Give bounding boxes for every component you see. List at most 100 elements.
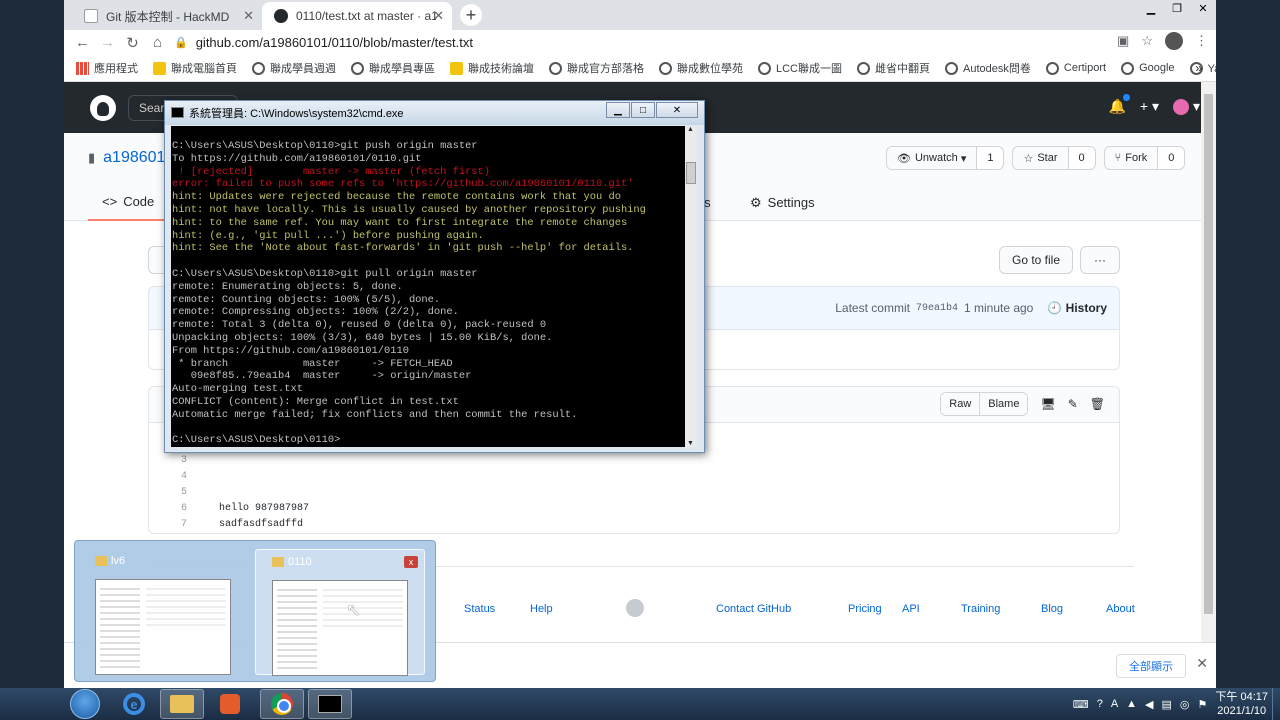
cmd-scrollbar-thumb[interactable] bbox=[686, 162, 696, 184]
code-line: 4 bbox=[180, 471, 187, 482]
maximize-icon[interactable]: ❐ bbox=[1164, 0, 1190, 16]
bookmarks-overflow-icon[interactable]: » bbox=[1195, 61, 1202, 75]
volume-icon[interactable]: ◀ bbox=[1145, 698, 1153, 711]
create-new-icon[interactable]: + ▾ bbox=[1140, 98, 1159, 115]
taskbar-ie[interactable]: e bbox=[112, 689, 156, 719]
github-icon bbox=[274, 9, 288, 23]
taskbar-explorer[interactable] bbox=[160, 689, 204, 719]
address-bar[interactable]: 🔒 github.com/a19860101/0110/blob/master/… bbox=[174, 30, 1116, 54]
clock[interactable]: 下午 04:17 2021/1/10 bbox=[1215, 690, 1268, 718]
tab-close-icon[interactable]: ✕ bbox=[433, 8, 444, 24]
window-controls: ▁ ❐ ✕ bbox=[1138, 0, 1216, 16]
bookmark-item[interactable]: 聯成學員專區 bbox=[351, 60, 435, 76]
bookmark-item[interactable]: 聯成學員週週 bbox=[252, 60, 336, 76]
ime-lang[interactable]: A bbox=[1111, 698, 1118, 710]
home-icon[interactable]: ⌂ bbox=[145, 34, 170, 51]
desktop-icon[interactable]: 🖥 bbox=[1040, 397, 1055, 411]
tab-hackmd[interactable]: Git 版本控制 - HackMD ✕ bbox=[72, 2, 262, 30]
action-center-icon[interactable]: ⚑ bbox=[1198, 698, 1208, 711]
more-options-button[interactable]: ··· bbox=[1080, 246, 1120, 274]
github-logo-icon[interactable] bbox=[90, 95, 116, 121]
thumbnail-close-button[interactable]: x bbox=[404, 556, 418, 568]
bookmark-item[interactable]: 聯成電腦首頁 bbox=[153, 60, 237, 76]
tab-close-icon[interactable]: ✕ bbox=[243, 8, 254, 24]
download-bar-close-icon[interactable]: ✕ bbox=[1196, 655, 1208, 672]
taskbar-media-player[interactable] bbox=[208, 689, 252, 719]
back-icon[interactable]: ← bbox=[70, 34, 95, 51]
minimize-icon[interactable]: ▁ bbox=[1138, 0, 1164, 16]
fork-button[interactable]: ⑂ Fork 0 bbox=[1103, 146, 1186, 170]
forward-icon[interactable]: → bbox=[95, 34, 120, 51]
unwatch-button[interactable]: 👁 Unwatch ▾ 1 bbox=[886, 146, 1005, 170]
bookmark-item[interactable]: 聯成官方部落格 bbox=[549, 60, 644, 76]
close-icon[interactable]: ✕ bbox=[1190, 0, 1216, 16]
bookmark-item[interactable]: 聯成數位學苑 bbox=[659, 60, 743, 76]
scroll-up-icon[interactable]: ▲ bbox=[687, 126, 694, 133]
footer-link-training[interactable]: Training bbox=[961, 603, 1000, 615]
fork-count[interactable]: 0 bbox=[1158, 147, 1185, 169]
footer-link-help[interactable]: Help bbox=[530, 603, 553, 615]
bookmark-item[interactable]: Google bbox=[1121, 61, 1175, 75]
taskbar-chrome[interactable] bbox=[260, 689, 304, 719]
notification-bell-icon[interactable]: 🔔 bbox=[1108, 94, 1131, 115]
footer-link-blog[interactable]: Blog bbox=[1041, 603, 1063, 615]
footer-link-api[interactable]: API bbox=[902, 603, 920, 615]
cmd-titlebar[interactable]: 系統管理員: C:\Windows\system32\cmd.exe ▁ □ ✕ bbox=[165, 101, 704, 125]
scroll-down-icon[interactable]: ▼ bbox=[687, 440, 694, 447]
footer-link-pricing[interactable]: Pricing bbox=[848, 603, 882, 615]
footer-link-status[interactable]: Status bbox=[464, 603, 495, 615]
edit-pencil-icon[interactable]: ✎ bbox=[1068, 397, 1078, 411]
tab-code[interactable]: <> Code bbox=[88, 188, 169, 221]
maximize-icon[interactable]: □ bbox=[631, 102, 655, 118]
go-to-file-button[interactable]: Go to file bbox=[999, 246, 1073, 274]
raw-button[interactable]: Raw bbox=[941, 393, 980, 415]
cmd-title: 系統管理員: C:\Windows\system32\cmd.exe bbox=[189, 108, 404, 120]
user-menu[interactable]: ▾ bbox=[1172, 98, 1200, 115]
footer-link-about[interactable]: About bbox=[1106, 603, 1135, 615]
footer-link-contact[interactable]: Contact GitHub bbox=[716, 603, 791, 615]
minimize-icon[interactable]: ▁ bbox=[606, 102, 630, 118]
taskbar-cmd[interactable] bbox=[308, 689, 352, 719]
menu-icon[interactable]: ⋮ bbox=[1195, 33, 1208, 49]
page-scrollbar[interactable] bbox=[1201, 82, 1216, 642]
blame-button[interactable]: Blame bbox=[979, 393, 1028, 415]
console-line: hint: to the same ref. You may want to f… bbox=[172, 216, 628, 229]
bookmark-item[interactable]: 聯成技術論壇 bbox=[450, 60, 534, 76]
thumbnail-0110[interactable]: 0110 x bbox=[255, 549, 425, 676]
new-tab-button[interactable]: + bbox=[460, 4, 482, 26]
scrollbar-thumb[interactable] bbox=[1204, 94, 1213, 614]
network-icon[interactable]: ▤ bbox=[1162, 698, 1172, 711]
repo-owner-link[interactable]: a198601 bbox=[103, 149, 165, 167]
reload-icon[interactable]: ↻ bbox=[120, 34, 145, 52]
cmd-console[interactable]: C:\Users\ASUS\Desktop\0110>git push orig… bbox=[171, 126, 691, 447]
close-icon[interactable]: ✕ bbox=[656, 102, 698, 118]
star-count[interactable]: 0 bbox=[1068, 147, 1095, 169]
cmd-scrollbar[interactable]: ▲ ▼ bbox=[685, 126, 697, 447]
bookmark-item[interactable]: Yahoo奇摩 bbox=[1189, 60, 1216, 76]
watch-count[interactable]: 1 bbox=[977, 147, 1004, 169]
tab-github-file[interactable]: 0110/test.txt at master · a19860 ✕ bbox=[262, 2, 452, 30]
bookmark-item[interactable]: 雌省中翻頁 bbox=[857, 60, 930, 76]
show-all-downloads-button[interactable]: 全部顯示 bbox=[1116, 654, 1186, 678]
keyboard-icon[interactable]: ⌨ bbox=[1073, 698, 1089, 711]
help-icon[interactable]: ? bbox=[1097, 698, 1103, 710]
start-button[interactable] bbox=[70, 689, 100, 719]
bookmark-item[interactable]: LCC聯成一圖 bbox=[758, 60, 842, 76]
security-icon[interactable]: ◎ bbox=[1180, 698, 1190, 711]
fork-icon: ⑂ bbox=[1114, 152, 1122, 164]
commit-sha-link[interactable]: 79ea1b4 bbox=[916, 303, 958, 314]
trash-icon[interactable]: 🗑 bbox=[1090, 397, 1105, 411]
bookmark-apps[interactable]: 應用程式 bbox=[76, 60, 138, 76]
bookmark-star-icon[interactable]: ☆ bbox=[1141, 33, 1153, 49]
translate-icon[interactable]: ▣ bbox=[1117, 33, 1129, 49]
bookmark-item[interactable]: Autodesk問卷 bbox=[945, 60, 1031, 76]
show-desktop-button[interactable] bbox=[1272, 688, 1280, 720]
tray-expand-icon[interactable]: ▲ bbox=[1126, 698, 1137, 710]
profile-avatar[interactable] bbox=[1165, 32, 1183, 50]
tab-settings[interactable]: ⚙ Settings bbox=[750, 195, 815, 211]
star-button[interactable]: ☆ Star 0 bbox=[1012, 146, 1096, 170]
history-link[interactable]: 🕘 History bbox=[1047, 301, 1107, 315]
github-footer-logo-icon[interactable] bbox=[626, 599, 644, 617]
bookmark-item[interactable]: Certiport bbox=[1045, 61, 1106, 75]
thumbnail-lv6[interactable]: lv6 bbox=[79, 549, 249, 675]
